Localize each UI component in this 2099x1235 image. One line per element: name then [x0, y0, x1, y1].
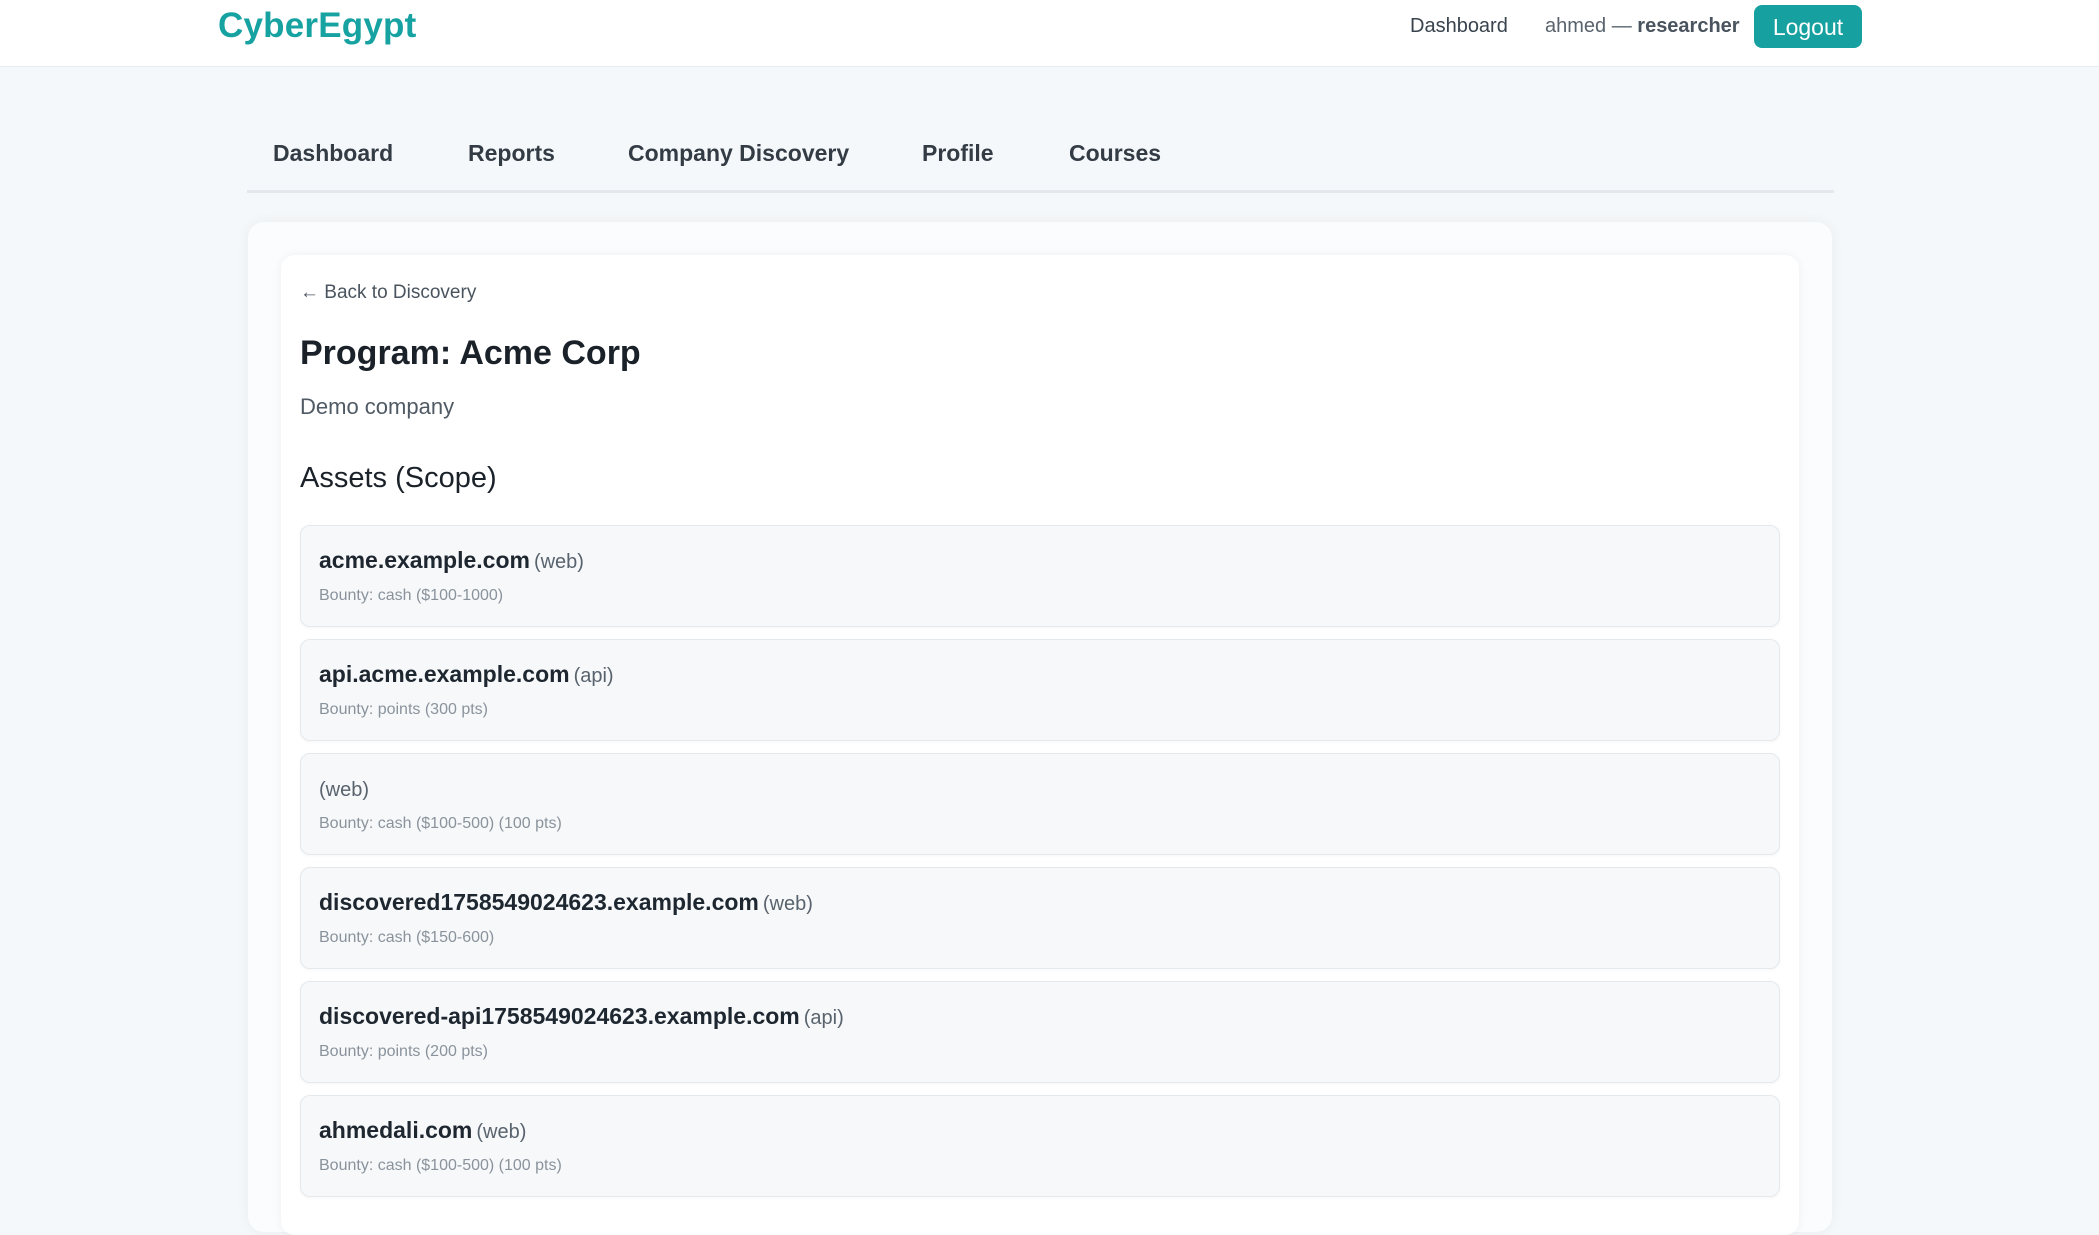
- back-to-discovery-link[interactable]: ← Back to Discovery: [300, 282, 476, 304]
- tab-profile[interactable]: Profile: [922, 140, 994, 167]
- asset-item[interactable]: (web) Bounty: cash ($100-500) (100 pts): [300, 753, 1780, 855]
- asset-host: api.acme.example.com: [319, 661, 570, 687]
- asset-bounty: Bounty: points (200 pts): [319, 1043, 488, 1060]
- asset-host: ahmedali.com: [319, 1117, 473, 1143]
- user-role: researcher: [1637, 15, 1740, 37]
- program-title: Program: Acme Corp: [300, 334, 641, 372]
- asset-bounty: Bounty: cash ($100-1000): [319, 587, 504, 604]
- asset-bounty: Bounty: cash ($100-500) (100 pts): [319, 815, 562, 832]
- program-description: Demo company: [300, 394, 455, 419]
- asset-host: discovered-api1758549024623.example.com: [319, 1003, 800, 1029]
- logout-button[interactable]: Logout: [1754, 5, 1862, 48]
- user-separator: —: [1611, 15, 1632, 37]
- asset-host: discovered1758549024623.example.com: [319, 889, 759, 915]
- asset-type: (web): [319, 779, 370, 801]
- asset-item[interactable]: discovered1758549024623.example.com (web)…: [300, 867, 1780, 969]
- top-bar: CyberEgypt Dashboard ahmed — researcher …: [0, 0, 2099, 67]
- asset-type: (api): [803, 1007, 844, 1029]
- tab-company-discovery[interactable]: Company Discovery: [628, 140, 849, 167]
- username: ahmed: [1545, 15, 1607, 37]
- tab-courses[interactable]: Courses: [1069, 140, 1161, 167]
- asset-type: (api): [573, 665, 614, 687]
- brand-logo[interactable]: CyberEgypt: [218, 6, 416, 46]
- asset-list: acme.example.com (web) Bounty: cash ($100…: [300, 525, 1780, 1209]
- user-info: ahmed — researcher: [1545, 15, 1740, 38]
- asset-item[interactable]: discovered-api1758549024623.example.com(…: [300, 981, 1780, 1083]
- asset-type: (web): [533, 551, 584, 573]
- asset-type: (web): [476, 1121, 527, 1143]
- tab-reports[interactable]: Reports: [468, 140, 555, 167]
- asset-type: (web): [762, 893, 813, 915]
- asset-bounty: Bounty: points (300 pts): [319, 701, 488, 718]
- assets-heading: Assets (Scope): [300, 462, 497, 494]
- asset-bounty: Bounty: cash ($100-500) (100 pts): [319, 1157, 562, 1174]
- asset-item[interactable]: ahmedali.com (web) Bounty: cash ($100-500…: [300, 1095, 1780, 1197]
- asset-item[interactable]: api.acme.example.com (api) Bounty: points…: [300, 639, 1780, 741]
- asset-bounty: Bounty: cash ($150-600): [319, 929, 495, 946]
- asset-host: acme.example.com: [319, 547, 530, 573]
- header-dashboard-link[interactable]: Dashboard: [1410, 15, 1508, 38]
- main-tabs: Dashboard Reports Company Discovery Prof…: [247, 120, 1834, 193]
- tab-dashboard[interactable]: Dashboard: [273, 140, 393, 167]
- asset-item[interactable]: acme.example.com (web) Bounty: cash ($100…: [300, 525, 1780, 627]
